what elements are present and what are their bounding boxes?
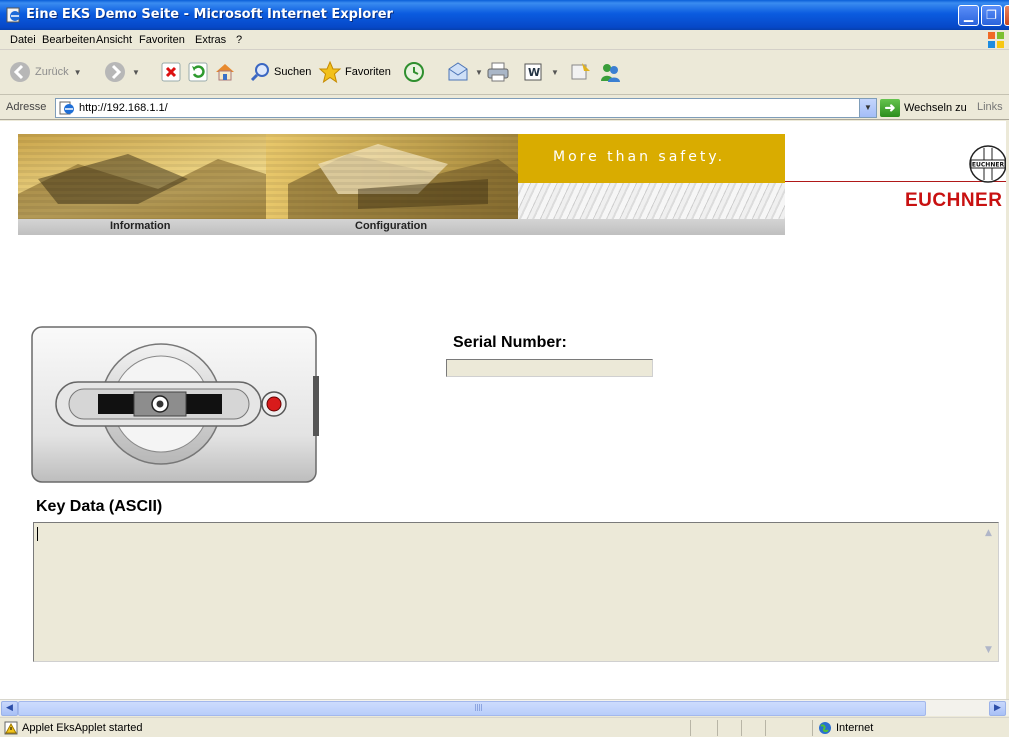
address-input[interactable]: http://192.168.1.1/ ▼: [55, 98, 877, 118]
euchner-logo-icon: EUCHNER: [969, 145, 1006, 183]
search-button[interactable]: Suchen: [249, 57, 311, 87]
address-bar: Adresse http://192.168.1.1/ ▼ ➜ Wechseln…: [0, 96, 1009, 120]
print-button[interactable]: [486, 57, 510, 87]
key-data-label: Key Data (ASCII): [36, 498, 163, 515]
messenger-button[interactable]: [598, 57, 622, 87]
browser-window: Eine EKS Demo Seite - Microsoft Internet…: [0, 0, 1009, 737]
scroll-down-icon[interactable]: ▼: [981, 643, 996, 658]
refresh-icon: [188, 62, 208, 82]
menu-bar: Datei Bearbeiten Ansicht Favoriten Extra…: [0, 30, 1009, 50]
back-label: Zurück: [35, 66, 69, 78]
search-label: Suchen: [274, 66, 312, 78]
address-dropdown-button[interactable]: ▼: [859, 99, 876, 117]
discuss-button[interactable]: [570, 57, 592, 87]
nav-information-link[interactable]: Information: [110, 220, 171, 232]
menu-extras[interactable]: Extras: [195, 34, 226, 46]
horizontal-scrollbar[interactable]: ◀ ▶: [0, 699, 1009, 716]
mail-button[interactable]: ▼: [446, 57, 483, 87]
minimize-button[interactable]: ▁: [958, 5, 979, 26]
go-button[interactable]: ➜ Wechseln zu: [880, 98, 967, 118]
scroll-thumb[interactable]: [18, 701, 926, 716]
printer-icon: [487, 62, 509, 82]
windows-logo-icon: [988, 32, 1004, 48]
banner-pattern: [518, 183, 785, 219]
mail-icon: [448, 62, 468, 81]
page-viewport: More than safety. Information Configurat…: [0, 121, 1006, 699]
nav-configuration-link[interactable]: Configuration: [355, 220, 427, 232]
status-pane: [812, 720, 813, 736]
menu-datei[interactable]: Datei: [10, 34, 36, 46]
menu-help[interactable]: ?: [236, 34, 242, 46]
menu-favoriten[interactable]: Favoriten: [139, 34, 185, 46]
status-bar: Applet EksApplet started Internet: [0, 717, 1009, 737]
refresh-button[interactable]: [188, 57, 208, 87]
status-message: Applet EksApplet started: [22, 722, 143, 734]
edit-word-button[interactable]: W ▼: [524, 57, 559, 87]
search-icon: [250, 63, 269, 82]
messenger-icon: [601, 64, 620, 82]
favorites-label: Favoriten: [345, 66, 391, 78]
logo-small-text: EUCHNER: [972, 162, 1005, 169]
status-pane: [690, 720, 691, 736]
banner-tagline: More than safety.: [553, 149, 726, 165]
ie-page-icon: [59, 101, 74, 115]
banner-photo-collage: [18, 134, 518, 219]
eks-device-image: [31, 326, 319, 483]
title-bar: Eine EKS Demo Seite - Microsoft Internet…: [0, 0, 1009, 30]
security-zone-label: Internet: [836, 722, 874, 734]
stop-icon: [161, 62, 181, 82]
key-data-textarea[interactable]: ▲ ▼: [33, 522, 999, 662]
scroll-up-icon[interactable]: ▲: [981, 526, 996, 541]
brand-name: EUCHNER: [905, 190, 1003, 211]
close-button[interactable]: ✕: [1004, 5, 1009, 26]
menu-bearbeiten[interactable]: Bearbeiten: [42, 34, 95, 46]
scroll-grip: [475, 704, 483, 711]
home-button[interactable]: [214, 57, 236, 87]
status-pane: [717, 720, 718, 736]
menu-ansicht[interactable]: Ansicht: [96, 34, 132, 46]
svg-text:W: W: [528, 66, 540, 79]
serial-number-label: Serial Number:: [453, 334, 567, 351]
address-url: http://192.168.1.1/: [79, 102, 168, 114]
key-data-scrollbar[interactable]: ▲ ▼: [980, 524, 997, 660]
stop-button[interactable]: [161, 57, 181, 87]
history-button[interactable]: [402, 57, 426, 87]
home-icon: [216, 64, 234, 81]
scroll-right-icon[interactable]: ▶: [989, 701, 1006, 716]
back-arrow-icon: [10, 62, 30, 82]
favorites-button[interactable]: Favoriten: [318, 57, 391, 87]
go-arrow-icon: ➜: [880, 99, 900, 117]
applet-icon: [4, 721, 18, 735]
status-pane: [741, 720, 742, 736]
scroll-left-icon[interactable]: ◀: [1, 701, 18, 716]
maximize-button[interactable]: ❐: [981, 5, 1002, 26]
window-title: Eine EKS Demo Seite - Microsoft Internet…: [26, 7, 393, 22]
back-button[interactable]: Zurück ▼: [8, 57, 82, 87]
discuss-icon: [571, 63, 590, 80]
word-icon: W: [524, 63, 542, 81]
history-icon: [404, 62, 424, 82]
star-icon: [318, 60, 342, 84]
text-cursor: [37, 527, 38, 541]
euchner-banner: More than safety. Information Configurat…: [18, 134, 785, 235]
address-label: Adresse: [6, 101, 47, 113]
ie-page-icon: [6, 7, 20, 23]
internet-zone-icon: [819, 722, 831, 734]
links-button[interactable]: Links: [977, 101, 1003, 113]
status-pane: [765, 720, 766, 736]
serial-number-field[interactable]: [446, 359, 653, 377]
go-label: Wechseln zu: [904, 102, 967, 114]
forward-arrow-icon: [105, 62, 125, 82]
toolbar: Zurück ▼ ▼ Suchen Favoriten ▼ W ▼: [0, 51, 1009, 95]
forward-button[interactable]: ▼: [103, 57, 140, 87]
